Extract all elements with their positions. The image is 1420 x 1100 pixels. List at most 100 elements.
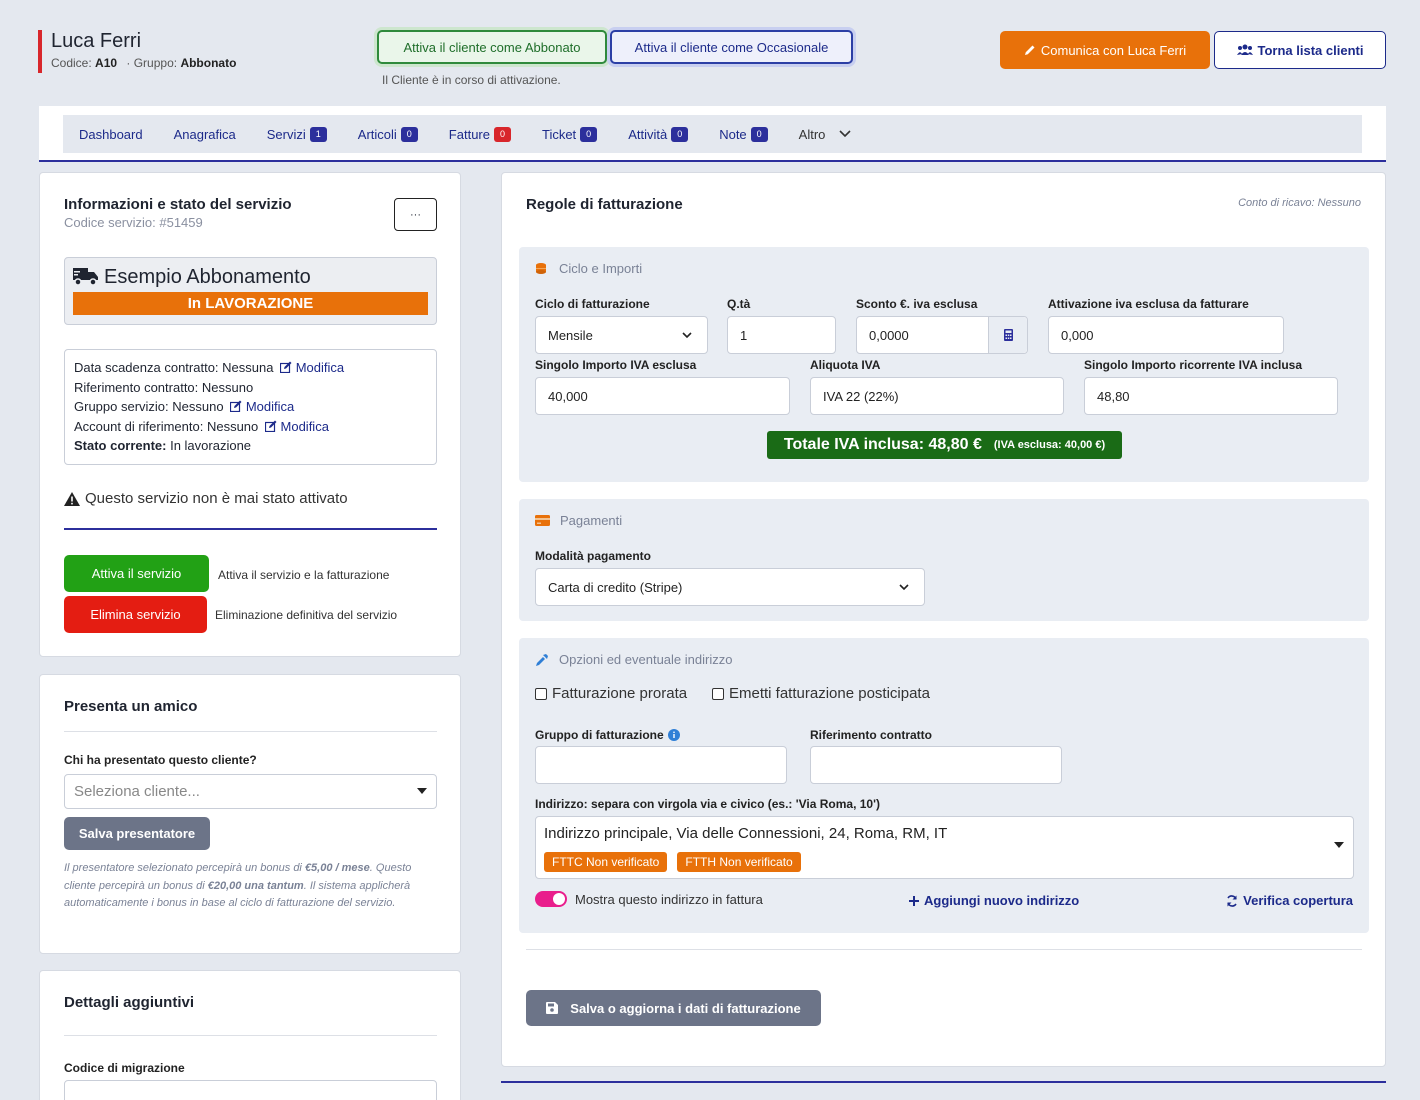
referrer-select[interactable]: Seleziona cliente... [64,774,437,809]
activate-service-button[interactable]: Attiva il servizio [64,555,209,592]
tab-label: Note [719,126,747,142]
cycle-select[interactable]: Mensile [535,316,708,354]
tab-ticket[interactable]: Ticket 0 [542,126,598,142]
client-meta: Codice: A10 · Gruppo: Abbonato [51,56,236,70]
tab-altro[interactable]: Altro [799,127,852,142]
service-details-box: Data scadenza contratto: Nessuna Modific… [64,349,437,465]
fttc-tag: FTTC Non verificato [544,852,668,872]
tab-attivita[interactable]: Attività 0 [628,126,689,142]
single-amount-input[interactable]: 40,000 [535,377,790,415]
check-coverage-label: Verifica copertura [1243,893,1353,908]
presenter-bonus: €5,00 / mese [304,862,370,874]
tab-label: Dashboard [79,126,143,142]
save-billing-label: Salva o aggiorna i dati di fatturazione [570,1000,801,1016]
vat-value: IVA 22 (22%) [823,388,899,404]
qty-value: 1 [740,327,748,343]
cycle-section: Ciclo e Importi Ciclo di fatturazione Me… [519,247,1369,482]
group-value: Abbonato [180,56,237,70]
contract-ref-input[interactable] [810,746,1062,784]
edit-icon [230,400,242,413]
service-code: Codice servizio: #51459 [64,215,203,230]
vat-label: Aliquota IVA [810,358,881,372]
tab-servizi[interactable]: Servizi 1 [266,126,327,142]
total-main: Totale IVA inclusa: 48,80 € [783,436,982,453]
address-label: Indirizzo: separa con virgola via e civi… [535,797,880,811]
bottom-divider [501,1081,1386,1083]
warning-text: Questo servizio non è mai stato attivato [85,490,348,507]
contract-expiry: Data scadenza contratto: Nessuna [74,360,274,375]
tab-fatture[interactable]: Fatture 0 [449,126,511,142]
activation-value: 0,000 [1061,327,1094,343]
single-amount-label: Singolo Importo IVA esclusa [535,358,697,372]
tab-articoli[interactable]: Articoli 0 [358,126,418,142]
address-value: Indirizzo principale, Via delle Connessi… [544,825,948,842]
cycle-section-title: Ciclo e Importi [535,261,642,276]
discount-label: Sconto €. iva esclusa [856,297,978,311]
show-address-label: Mostra questo indirizzo in fattura [575,892,763,907]
delete-service-button[interactable]: Elimina servizio [64,596,207,633]
show-address-toggle[interactable] [535,891,567,907]
discount-input[interactable]: 0,0000 [856,316,1028,354]
section-title-label: Opzioni ed eventuale indirizzo [559,652,733,667]
current-state-value: In lavorazione [170,438,252,453]
ref-account-row: Account di riferimento: Nessuno Modifica [74,417,427,437]
count-badge: 1 [309,126,327,142]
migration-code-input[interactable] [64,1080,437,1100]
deferred-checkbox-row[interactable]: Emetti fatturazione posticipata [712,685,930,702]
calculator-button[interactable] [988,317,1027,353]
service-menu-button[interactable]: ··· [394,198,437,231]
service-header-box: Esempio Abbonamento In LAVORAZIONE [64,257,437,325]
add-address-link[interactable]: Aggiungi nuovo indirizzo [909,893,1079,908]
count-badge: 0 [493,126,511,142]
billing-group-input[interactable] [535,746,787,784]
plus-icon [909,895,919,906]
group-label: · Gruppo: [126,56,178,70]
ftth-tag: FTTH Non verificato [677,852,801,872]
check-coverage-link[interactable]: Verifica copertura [1226,893,1353,908]
tab-label: Servizi [266,126,306,142]
coins-icon [536,262,546,274]
prorata-checkbox-row[interactable]: Fatturazione prorata [535,685,687,702]
extra-details-title: Dettagli aggiuntivi [64,994,195,1011]
tab-anagrafica[interactable]: Anagrafica [174,127,236,142]
note-part: Il presentatore selezionato percepirà un… [64,862,302,874]
info-icon[interactable] [667,729,680,741]
pencil-icon [1024,45,1035,55]
payments-section: Pagamenti Modalità pagamento Carta di cr… [519,499,1369,621]
users-icon [1236,44,1253,55]
single-amount-value: 40,000 [548,388,588,404]
tab-dashboard[interactable]: Dashboard [79,127,143,142]
caret-down-icon [1334,842,1344,848]
recurring-input[interactable]: 48,80 [1084,377,1338,415]
count-badge: 0 [750,126,768,142]
save-referrer-button[interactable]: Salva presentatore [64,817,210,850]
floppy-disk-icon [546,1002,559,1014]
activate-occasional-button[interactable]: Attiva il cliente come Occasionale [610,30,853,64]
communicate-button[interactable]: Comunica con Luca Ferri [1000,31,1210,69]
qty-label: Q.tà [727,297,751,311]
truck-icon [73,268,98,286]
activate-subscriber-button[interactable]: Attiva il cliente come Abbonato [377,30,607,64]
address-select[interactable]: Indirizzo principale, Via delle Connessi… [535,816,1354,879]
deferred-checkbox[interactable] [712,687,724,700]
modify-group-link[interactable]: Modifica [227,399,294,414]
prorata-checkbox[interactable] [535,687,547,700]
payment-method-select[interactable]: Carta di credito (Stripe) [535,568,925,606]
modify-expiry-link[interactable]: Modifica [277,360,344,375]
code-value: A10 [95,56,118,70]
save-billing-button[interactable]: Salva o aggiorna i dati di fatturazione [526,990,821,1026]
tab-note[interactable]: Note 0 [719,126,768,142]
activation-input[interactable]: 0,000 [1048,316,1284,354]
referral-card: Presenta un amico Chi ha presentato ques… [39,674,461,954]
vat-select[interactable]: IVA 22 (22%) [810,377,1064,415]
back-to-clients-button[interactable]: Torna lista clienti [1214,31,1386,69]
revenue-account: Conto di ricavo: Nessuno [1238,197,1361,209]
service-group: Gruppo servizio: Nessuno [74,399,224,414]
activation-note: Il Cliente è in corso di attivazione. [382,73,561,87]
count-badge: 0 [671,126,689,142]
payment-method-value: Carta di credito (Stripe) [548,579,683,595]
modify-account-link[interactable]: Modifica [262,419,329,434]
edit-icon [264,420,277,432]
qty-input[interactable]: 1 [727,316,836,354]
activation-label: Attivazione iva esclusa da fatturare [1048,297,1249,311]
